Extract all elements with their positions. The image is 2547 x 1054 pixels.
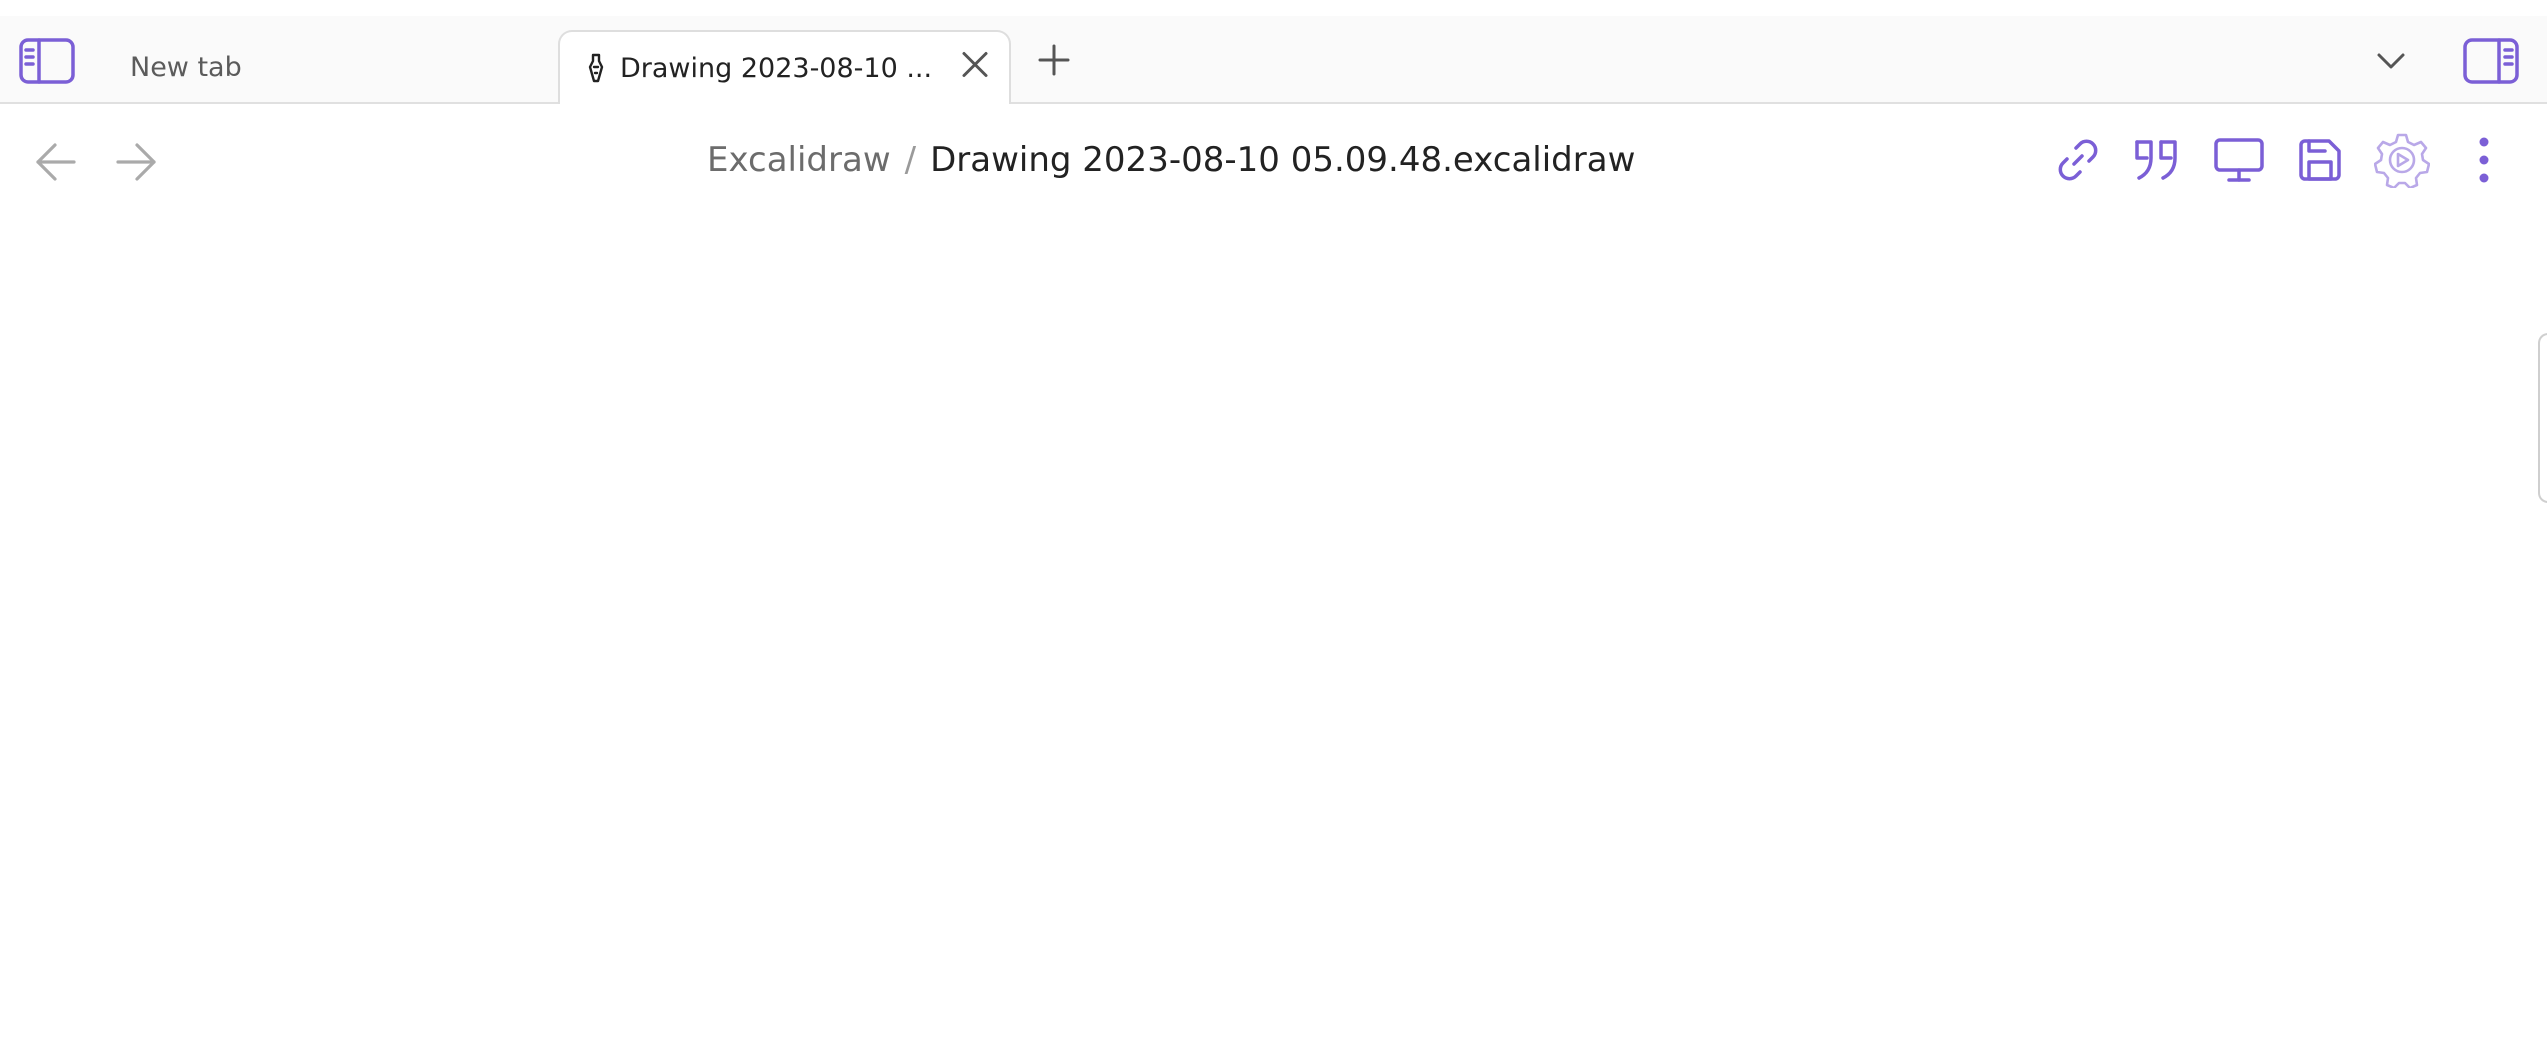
tab-label: Drawing 2023-08-10 ... bbox=[620, 52, 933, 84]
save-icon[interactable] bbox=[2294, 134, 2346, 186]
excalidraw-file-icon bbox=[586, 51, 606, 85]
chevron-down-icon[interactable] bbox=[2374, 48, 2408, 74]
tab-new-tab[interactable]: New tab bbox=[100, 30, 552, 104]
close-icon[interactable] bbox=[961, 51, 989, 86]
more-options-icon[interactable] bbox=[2470, 134, 2498, 186]
breadcrumb: Excalidraw / Drawing 2023-08-10 05.09.48… bbox=[707, 136, 1635, 184]
plus-icon[interactable] bbox=[1036, 42, 1072, 78]
drawing-canvas[interactable] bbox=[0, 218, 2547, 1054]
side-panel-handle[interactable] bbox=[2538, 333, 2547, 503]
script-settings-icon[interactable] bbox=[2374, 132, 2430, 188]
sidebar-left-icon[interactable] bbox=[18, 36, 76, 86]
tab-strip: New tab Drawing 2023-08-10 ... bbox=[0, 0, 2547, 106]
tab-strip-top-border bbox=[0, 0, 2547, 16]
tab-drawing[interactable]: Drawing 2023-08-10 ... bbox=[558, 30, 1011, 106]
breadcrumb-separator: / bbox=[904, 140, 917, 180]
arrow-left-icon[interactable] bbox=[34, 140, 78, 184]
breadcrumb-file-title[interactable]: Drawing 2023-08-10 05.09.48.excalidraw bbox=[930, 136, 1635, 184]
tab-label: New tab bbox=[130, 51, 242, 83]
breadcrumb-folder[interactable]: Excalidraw bbox=[707, 136, 891, 184]
sidebar-right-icon[interactable] bbox=[2462, 36, 2520, 86]
link-icon[interactable] bbox=[2052, 134, 2104, 186]
arrow-right-icon[interactable] bbox=[114, 140, 158, 184]
monitor-icon[interactable] bbox=[2212, 134, 2266, 186]
quote-icon[interactable] bbox=[2132, 134, 2184, 186]
